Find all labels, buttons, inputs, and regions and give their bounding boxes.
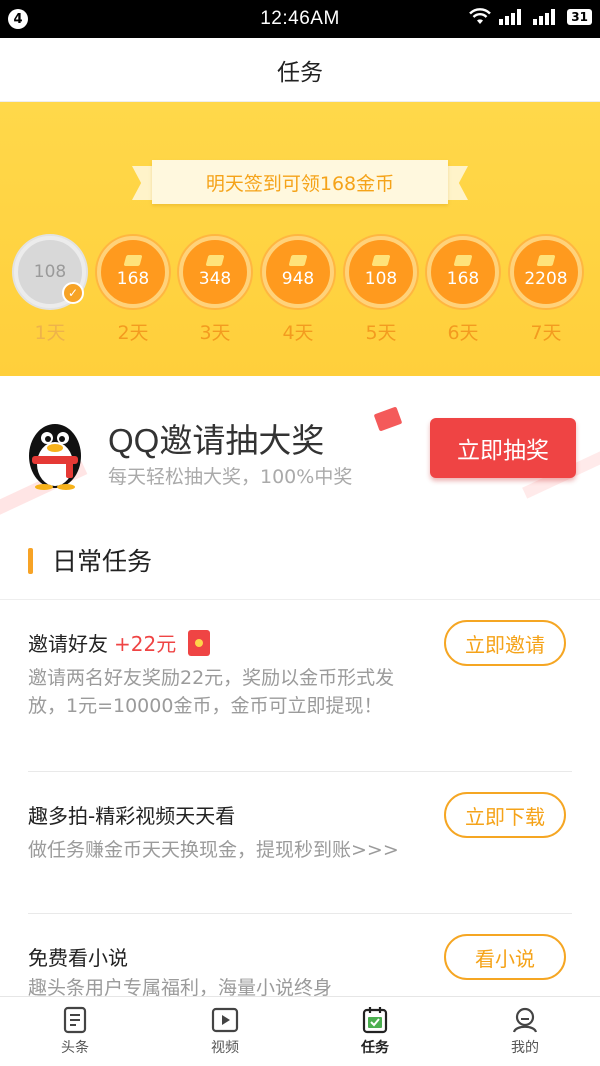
coin-amount: 348	[198, 269, 232, 289]
red-packet-icon	[188, 629, 211, 656]
tab-label: 任务	[361, 1040, 389, 1056]
signin-day-3[interactable]: 348 3天	[177, 236, 253, 345]
gold-ingot-icon	[288, 255, 308, 266]
gold-ingot-icon	[371, 255, 391, 266]
coin-circle: 108	[345, 236, 417, 308]
coin-amount: 948	[281, 269, 315, 289]
task-description: 做任务赚金币天天换现金，提现秒到账>>>	[28, 839, 399, 861]
day-label: 7天	[530, 322, 562, 344]
coin-amount: 168	[446, 269, 480, 289]
tab-video[interactable]: 视频	[150, 997, 300, 1066]
coin-circle: 948	[262, 236, 334, 308]
day-label: 3天	[199, 322, 231, 344]
coin-amount: 168	[116, 269, 150, 289]
download-now-button[interactable]: 立即下载	[444, 792, 566, 838]
task-quduopai-video[interactable]: 趣多拍-精彩视频天天看 做任务赚金币天天换现金，提现秒到账>>> 立即下载	[0, 772, 600, 914]
signin-day-4[interactable]: 948 4天	[260, 236, 336, 345]
day-label: 2天	[117, 322, 149, 344]
task-description: 趣头条用户专属福利，海量小说终身	[28, 977, 333, 996]
status-time: 12:46AM	[260, 8, 340, 29]
coin-circle: 348	[179, 236, 251, 308]
promo-title: QQ邀请抽大奖	[108, 422, 325, 459]
news-icon	[63, 1006, 87, 1034]
tab-profile[interactable]: 我的	[450, 997, 600, 1066]
coin-circle: 168	[97, 236, 169, 308]
task-free-novels[interactable]: 免费看小说 趣头条用户专属福利，海量小说终身 看小说	[0, 914, 600, 996]
tab-tasks[interactable]: 任务	[300, 997, 450, 1066]
task-title-row: 邀请好友 +22元	[28, 628, 211, 657]
video-icon	[211, 1007, 239, 1033]
page-title: 任务	[277, 59, 323, 86]
signal-icon	[499, 9, 522, 25]
task-description: 邀请两名好友奖励22元，奖励以金币形式发放，1元=10000金币，金币可立即提现…	[28, 667, 395, 717]
profile-icon	[512, 1007, 538, 1033]
task-title-row: 趣多拍-精彩视频天天看	[28, 800, 235, 829]
section-title: 日常任务	[52, 547, 153, 576]
signin-day-2[interactable]: 168 2天	[95, 236, 171, 345]
qq-promo-banner[interactable]: QQ邀请抽大奖 每天轻松抽大奖，100%中奖 立即抽奖	[0, 376, 600, 518]
signin-days: 108 ✓ 1天 168 2天 348 3天 948 4天 108 5天 168…	[0, 236, 600, 356]
day-label: 5天	[365, 322, 397, 344]
gold-ingot-icon	[453, 255, 473, 266]
task-title-row: 免费看小说	[28, 942, 128, 971]
signin-day-1[interactable]: 108 ✓ 1天	[12, 236, 88, 345]
tab-label: 视频	[211, 1040, 239, 1056]
bottom-tab-bar: 头条 视频 任务 我的	[0, 996, 600, 1066]
qq-penguin-icon	[29, 424, 81, 490]
day-label: 6天	[447, 322, 479, 344]
wifi-icon	[469, 8, 492, 24]
signal-icon-2	[533, 9, 556, 25]
signin-ribbon: 明天签到可领168金币	[132, 160, 468, 204]
gold-ingot-icon	[536, 255, 556, 266]
coin-amount: 108	[33, 262, 67, 282]
signin-banner: 明天签到可领168金币 108 ✓ 1天 168 2天 348 3天 948 4…	[0, 102, 600, 376]
draw-now-button[interactable]: 立即抽奖	[430, 418, 576, 478]
coin-amount: 2208	[524, 269, 568, 289]
ribbon-text: 明天签到可领168金币	[152, 160, 448, 204]
gold-ingot-icon	[205, 255, 225, 266]
status-bar: 4 12:46AM 31	[0, 0, 600, 38]
status-icons: 31	[469, 8, 592, 26]
day-label: 1天	[34, 322, 66, 344]
signin-day-5[interactable]: 108 5天	[343, 236, 419, 345]
task-title: 免费看小说	[28, 946, 128, 970]
day-label: 4天	[282, 322, 314, 344]
tab-label: 我的	[511, 1040, 539, 1056]
app-header: 任务	[0, 38, 600, 102]
tab-label: 头条	[61, 1040, 89, 1056]
coin-amount: 108	[364, 269, 398, 289]
coin-circle: 108 ✓	[14, 236, 86, 308]
task-reward: +22元	[114, 632, 177, 656]
battery-level: 31	[567, 9, 592, 25]
promo-subtitle: 每天轻松抽大奖，100%中奖	[108, 466, 353, 488]
section-accent-bar	[28, 548, 33, 574]
tab-headlines[interactable]: 头条	[0, 997, 150, 1066]
notification-count-badge: 4	[8, 9, 28, 29]
gold-ingot-icon	[123, 255, 143, 266]
check-icon: ✓	[62, 282, 84, 304]
read-novels-button[interactable]: 看小说	[444, 934, 566, 980]
task-title: 趣多拍-精彩视频天天看	[28, 804, 236, 828]
signin-day-7[interactable]: 2208 7天	[508, 236, 584, 345]
coin-circle: 2208	[510, 236, 582, 308]
task-invite-friends[interactable]: 邀请好友 +22元 邀请两名好友奖励22元，奖励以金币形式发放，1元=10000…	[0, 600, 600, 772]
invite-now-button[interactable]: 立即邀请	[444, 620, 566, 666]
task-title: 邀请好友	[28, 632, 108, 656]
coin-circle: 168	[427, 236, 499, 308]
task-icon	[362, 1007, 388, 1034]
daily-tasks-header: 日常任务	[0, 528, 600, 600]
signin-day-6[interactable]: 168 6天	[425, 236, 501, 345]
red-envelope-icon	[373, 406, 403, 432]
